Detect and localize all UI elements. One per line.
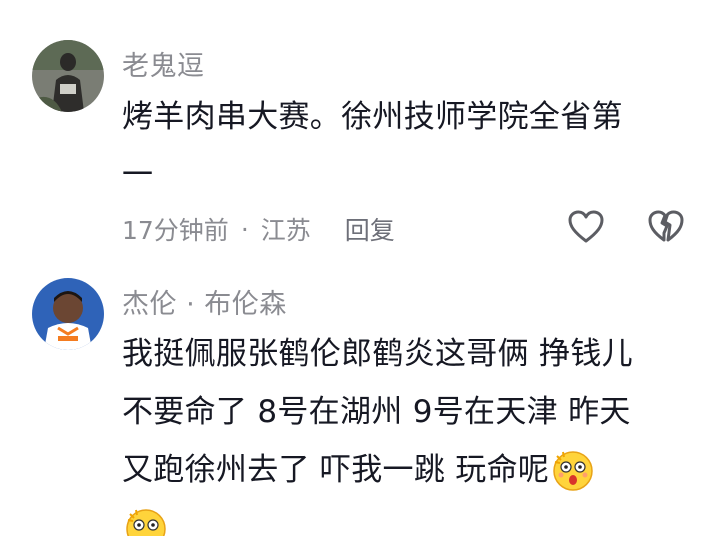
- comment-text-line: 烤羊肉串大赛。徐州技师学院全省第: [122, 99, 623, 135]
- reply-button[interactable]: 回复: [345, 211, 395, 247]
- comment-meta: 17分钟前 · 江苏 回复: [122, 211, 395, 247]
- comment-item: 老鬼逗 烤羊肉串大赛。徐州技师学院全省第 一 17分钟前 · 江苏 回复: [0, 0, 720, 260]
- astonished-emoji: [124, 506, 168, 536]
- comment-text-line: 不要命了 8号在湖州 9号在天津 昨天: [122, 394, 631, 430]
- comment-username[interactable]: 杰伦 · 布伦森: [122, 282, 287, 321]
- comment-username[interactable]: 老鬼逗: [122, 44, 205, 83]
- broken-heart-icon[interactable]: [646, 207, 686, 247]
- meta-separator: ·: [240, 214, 249, 244]
- avatar[interactable]: [32, 278, 104, 350]
- comment-text: 烤羊肉串大赛。徐州技师学院全省第 一: [122, 88, 623, 204]
- comment-location: 江苏: [260, 216, 311, 245]
- comment-text-line: 一: [122, 157, 154, 193]
- comment-time: 17分钟前: [122, 216, 229, 245]
- comment-text-line: 我挺佩服张鹤伦郎鹤炎这哥俩 挣钱儿: [122, 336, 633, 372]
- comment-text: 我挺佩服张鹤伦郎鹤炎这哥俩 挣钱儿 不要命了 8号在湖州 9号在天津 昨天 又跑…: [122, 325, 633, 499]
- comment-text-segment: 又跑徐州去了 吓我一跳 玩命呢: [122, 452, 550, 488]
- comment-item: 杰伦 · 布伦森 我挺佩服张鹤伦郎鹤炎这哥俩 挣钱儿 不要命了 8号在湖州 9号…: [0, 260, 720, 536]
- astonished-emoji: [551, 448, 595, 492]
- comment-text-line: 又跑徐州去了 吓我一跳 玩命呢: [122, 441, 633, 499]
- heart-outline-icon[interactable]: [566, 207, 606, 247]
- avatar[interactable]: [32, 40, 104, 112]
